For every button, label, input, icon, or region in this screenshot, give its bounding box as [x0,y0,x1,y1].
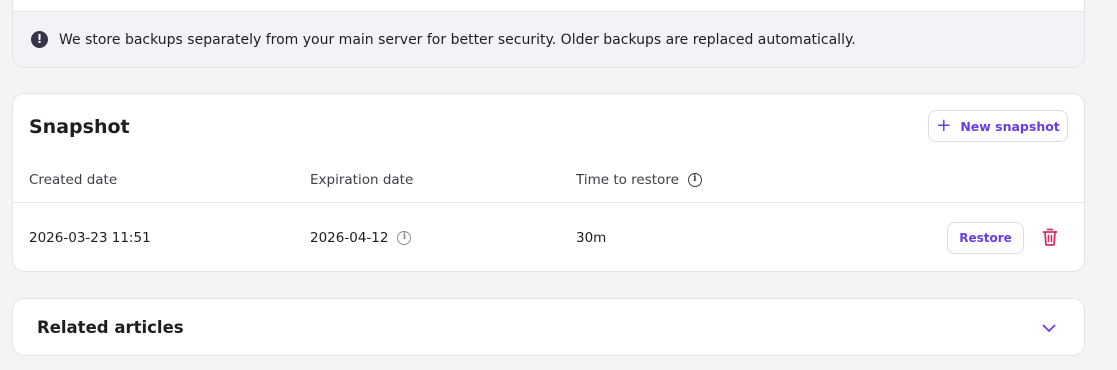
new-snapshot-button[interactable]: + New snapshot [928,110,1068,142]
card-top-strip [13,0,1084,12]
backup-info-card: ! We store backups separately from your … [12,0,1085,68]
column-header-created-label: Created date [29,172,118,188]
restore-button[interactable]: Restore [947,222,1024,254]
backup-notice-text: We store backups separately from your ma… [59,31,856,48]
related-articles-title: Related articles [37,318,184,337]
restore-button-label: Restore [959,231,1012,245]
column-header-expiration: Expiration date [310,172,413,188]
snapshot-restore-time-cell: 30m [576,230,606,246]
snapshot-created-cell: 2026-03-23 11:51 [29,230,151,246]
expiration-info-icon[interactable]: i [397,231,412,245]
snapshot-restore-time-value: 30m [576,230,607,246]
snapshot-expiration-value: 2026-04-12 [310,230,389,246]
column-header-created: Created date [29,172,117,188]
new-snapshot-label: New snapshot [960,118,1060,134]
column-header-restore-time: Time to restore i [576,172,702,188]
backup-notice: ! We store backups separately from your … [31,31,856,48]
related-articles-accordion[interactable]: Related articles [12,298,1085,356]
column-header-expiration-label: Expiration date [310,172,414,188]
trash-icon[interactable] [1042,228,1058,246]
plus-icon: + [936,115,952,136]
restore-time-info-icon[interactable]: i [687,173,702,187]
snapshot-created-value: 2026-03-23 11:51 [29,230,151,246]
snapshot-expiration-cell: 2026-04-12 i [310,230,412,246]
snapshot-title: Snapshot [29,116,130,138]
column-header-restore-time-label: Time to restore [576,172,679,188]
exclamation-icon: ! [31,31,48,48]
snapshot-card: Snapshot + New snapshot Created date Exp… [12,93,1085,272]
table-divider [13,202,1084,203]
chevron-down-icon[interactable] [1042,323,1056,333]
